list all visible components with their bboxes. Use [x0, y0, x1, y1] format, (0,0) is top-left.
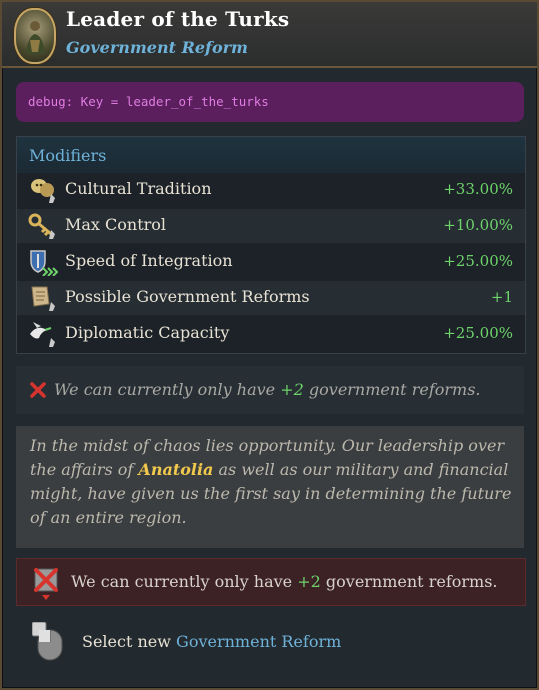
- modifier-row: Max Control +10.00%: [17, 209, 525, 243]
- modifier-value: +1: [490, 288, 513, 306]
- reform-portrait-icon: [14, 8, 56, 64]
- modifiers-box: Modifiers Cultural Tradition +33.00% Max…: [16, 136, 526, 354]
- modifier-value: +25.00%: [443, 324, 513, 342]
- debug-key-text: debug: Key = leader_of_the_turks: [28, 94, 269, 109]
- max-control-icon: [28, 213, 55, 239]
- modifier-row: Speed of Integration +25.00%: [17, 245, 525, 279]
- mouse-left-click-icon: [32, 622, 63, 661]
- blocked-notice-count: +2: [297, 572, 321, 591]
- diplomatic-capacity-icon: [30, 322, 55, 347]
- blocked-notice-text: We can currently only have +2 government…: [71, 572, 498, 591]
- blocked-notice: We can currently only have +2 government…: [16, 558, 526, 606]
- modifier-row: Diplomatic Capacity +25.00%: [17, 317, 525, 351]
- modifier-value: +25.00%: [443, 252, 513, 270]
- modifier-row: Possible Government Reforms +1: [17, 281, 525, 315]
- tooltip-subtitle: Government Reform: [66, 38, 248, 57]
- description-text: In the midst of chaos lies opportunity. …: [30, 436, 512, 527]
- tooltip-title: Leader of the Turks: [66, 7, 290, 31]
- modifier-label: Cultural Tradition: [65, 179, 212, 198]
- modifier-label: Diplomatic Capacity: [65, 323, 230, 342]
- speed-of-integration-icon: [30, 250, 59, 276]
- government-reform-link[interactable]: Government Reform: [176, 632, 341, 651]
- description-highlight: Anatolia: [138, 460, 214, 479]
- reform-description: In the midst of chaos lies opportunity. …: [16, 426, 524, 548]
- cultural-tradition-icon: [31, 179, 55, 203]
- reform-limit-count: +2: [280, 380, 304, 399]
- modifiers-header: Modifiers: [17, 137, 525, 173]
- blocked-reform-icon: [34, 568, 58, 600]
- reform-limit-text: We can currently only have +2 government…: [54, 380, 481, 399]
- select-reform-action[interactable]: Select new Government Reform: [82, 632, 341, 651]
- government-reforms-icon: [31, 286, 55, 311]
- modifier-value: +10.00%: [443, 216, 513, 234]
- modifier-label: Speed of Integration: [65, 251, 233, 270]
- modifier-label: Possible Government Reforms: [65, 287, 310, 306]
- modifier-label: Max Control: [65, 215, 167, 234]
- debug-key-box: debug: Key = leader_of_the_turks: [16, 82, 524, 122]
- reform-limit-notice: We can currently only have +2 government…: [16, 366, 524, 414]
- tooltip-header: Leader of the Turks Government Reform: [2, 2, 537, 68]
- modifier-row: Cultural Tradition +33.00%: [17, 173, 525, 207]
- tooltip-panel: Leader of the Turks Government Reform de…: [0, 0, 539, 690]
- modifier-value: +33.00%: [443, 180, 513, 198]
- cross-icon: [30, 382, 46, 398]
- modifiers-heading: Modifiers: [29, 146, 107, 165]
